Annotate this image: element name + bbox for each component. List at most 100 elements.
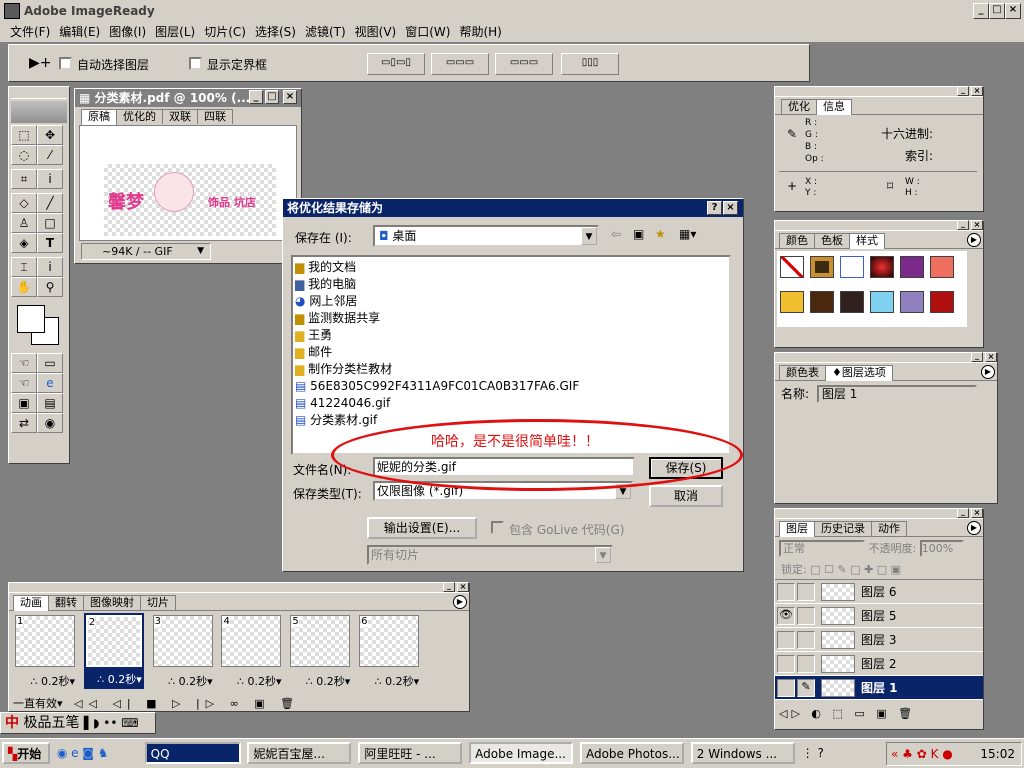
style-swatch[interactable] (840, 291, 864, 313)
tab-optimized[interactable]: 优化的 (116, 109, 163, 124)
loop-select[interactable]: 一直有效▾ (13, 697, 63, 710)
view-menu-icon[interactable]: ▦▾ (679, 227, 696, 241)
marquee-tool-icon[interactable]: ⬚ (11, 125, 37, 145)
layers-footer[interactable]: ◁▷ ◐ ⬚ ▭ ▣ 🗑 (775, 707, 983, 727)
task-browser[interactable]: 妮妮百宝屋... (247, 742, 352, 764)
cancel-button[interactable]: 取消 (649, 485, 723, 507)
rollover-icon[interactable]: ☜ (11, 373, 37, 393)
screen-mode-icon[interactable]: ▭ (37, 353, 63, 373)
task-qq[interactable]: QQ (144, 742, 241, 764)
eyedropper-icon[interactable]: ⅰ (37, 169, 63, 189)
up-folder-icon[interactable]: ▣ (633, 227, 644, 241)
list-item[interactable]: ▆ 我的电脑 (295, 276, 727, 293)
dialog-close-button[interactable]: × (723, 201, 738, 215)
eye-icon[interactable]: ◉ (37, 413, 63, 433)
style-swatch[interactable] (900, 256, 924, 278)
playback-buttons[interactable]: ◁◁ ◁| ■ ▷ |▷ ∞ ▣ 🗑 (74, 697, 300, 710)
frame-selected[interactable]: 2 ∴ 0.2秒▾ (83, 613, 144, 689)
distribute-buttons-2[interactable]: ▯▯▯ (561, 53, 619, 75)
slices-select[interactable]: 所有切片 ▼ (367, 545, 613, 565)
auto-select-checkbox[interactable] (59, 57, 72, 70)
back-icon[interactable]: ⇦ (611, 227, 621, 241)
tab-4up[interactable]: 四联 (197, 109, 233, 124)
start-button[interactable]: ▚开始 (2, 742, 50, 764)
layer-row[interactable]: 图层 3 (775, 628, 983, 652)
panel-menu-icon[interactable]: ▶ (967, 233, 981, 247)
layer-row[interactable]: 图层 2 (775, 652, 983, 676)
list-item[interactable]: ◕ 网上邻居 (295, 293, 727, 310)
menu-file[interactable]: 文件(F) (10, 25, 50, 39)
opacity-field[interactable]: 100% (919, 540, 964, 557)
quicklaunch-icons[interactable]: ◉ e ◙ ♞ (57, 742, 141, 764)
doc-close[interactable]: × (283, 90, 297, 104)
layer-name-field[interactable]: 图层 1 (816, 385, 977, 403)
align-buttons-2[interactable]: ▭▭▭ (431, 53, 489, 75)
zoom-tool-icon[interactable]: ⚲ (37, 277, 63, 297)
menu-layer[interactable]: 图层(L) (155, 25, 195, 39)
ime-controls[interactable]: ▌◗ •• ⌨ (84, 716, 139, 730)
style-none[interactable] (780, 256, 804, 278)
tab-2up[interactable]: 双联 (162, 109, 198, 124)
tab-layer-options[interactable]: ♦图层选项 (825, 365, 893, 381)
task-aliwangwang[interactable]: 阿里旺旺 - ... (358, 742, 463, 764)
rectangle-tool-icon[interactable]: □ (37, 213, 63, 233)
list-item[interactable]: ▆ 监测数据共享 (295, 310, 727, 327)
blend-mode-select[interactable]: 正常 (779, 540, 865, 557)
tab-styles[interactable]: 样式 (849, 233, 885, 249)
doc-maximize[interactable]: □ (265, 90, 279, 104)
tab-history[interactable]: 历史记录 (814, 521, 872, 536)
bucket-tool-icon[interactable]: ◈ (11, 233, 37, 253)
tab-animation[interactable]: 动画 (13, 595, 49, 611)
tab-swatches[interactable]: 色板 (814, 233, 850, 248)
tab-optimize[interactable]: 优化 (781, 99, 817, 114)
align-buttons-1[interactable]: ▭▯▭▯ (367, 53, 425, 75)
menu-filter[interactable]: 滤镜(T) (305, 25, 346, 39)
task-photoshop[interactable]: Adobe Photos... (579, 742, 684, 764)
color-swatches[interactable] (11, 301, 67, 349)
menu-view[interactable]: 视图(V) (355, 25, 397, 39)
tab-color[interactable]: 颜色 (779, 233, 815, 248)
maximize-button[interactable]: □ (989, 3, 1005, 19)
frame[interactable]: 1 ∴ 0.2秒▾ (15, 615, 75, 689)
frame[interactable]: 4 ∴ 0.2秒▾ (221, 615, 282, 689)
list-item[interactable]: ▆ 邮件 (295, 344, 727, 361)
list-item[interactable]: ▤ 41224046.gif (295, 395, 727, 412)
lasso-tool-icon[interactable]: ◌ (11, 145, 37, 165)
frame[interactable]: 6 ∴ 0.2秒▾ (359, 615, 420, 689)
slice-tool-icon[interactable]: ⌗ (11, 169, 37, 189)
style-swatch[interactable] (900, 291, 924, 313)
slice-vis-icon[interactable]: ▤ (37, 393, 63, 413)
frame[interactable]: 5 ∴ 0.2秒▾ (290, 615, 351, 689)
view-tool-icon[interactable]: ☜ (11, 353, 37, 373)
menu-help[interactable]: 帮助(H) (459, 25, 501, 39)
menu-select[interactable]: 选择(S) (255, 25, 296, 39)
hand-tool-icon[interactable]: ✋ (11, 277, 37, 297)
picker-tool-icon[interactable]: ⅰ (37, 257, 63, 277)
doc-status[interactable]: ~94K / -- GIF ▼ (81, 243, 211, 260)
tab-slices[interactable]: 切片 (140, 595, 176, 610)
move-tool[interactable]: ✥ (37, 125, 63, 145)
panel-menu-icon[interactable]: ▶ (967, 521, 981, 535)
save-in-select[interactable]: ◘ 桌面 ▼ (373, 225, 599, 247)
style-swatch[interactable] (930, 256, 954, 278)
menu-image[interactable]: 图像(I) (109, 25, 146, 39)
minimize-button[interactable]: _ (973, 3, 989, 19)
panel-menu-icon[interactable]: ▶ (453, 595, 467, 609)
tray-icons[interactable]: « ♣ ✿ K ● (891, 747, 953, 761)
style-swatch[interactable] (870, 256, 894, 278)
tab-actions[interactable]: 动作 (871, 521, 907, 536)
panel-menu-icon[interactable]: ▶ (981, 365, 995, 379)
list-item[interactable]: ▤ 56E8305C992F4311A9FC01CA0B317FA6.GIF (295, 378, 727, 395)
layer-row[interactable]: 👁 图层 5 (775, 604, 983, 628)
golive-checkbox[interactable] (491, 521, 504, 534)
layer-row[interactable]: 图层 6 (775, 580, 983, 604)
list-item[interactable]: ▆ 制作分类栏教材 (295, 361, 727, 378)
tab-rollover[interactable]: 翻转 (48, 595, 84, 610)
tab-original[interactable]: 原稿 (81, 109, 117, 125)
doc-canvas[interactable]: 馨梦 饰品 坑店 (79, 125, 297, 241)
tab-imagemap[interactable]: 图像映射 (83, 595, 141, 610)
style-swatch[interactable] (780, 291, 804, 313)
brush-tool-icon[interactable]: ╱ (37, 193, 63, 213)
imagemap-icon[interactable]: ▣ (11, 393, 37, 413)
style-swatch[interactable] (870, 291, 894, 313)
